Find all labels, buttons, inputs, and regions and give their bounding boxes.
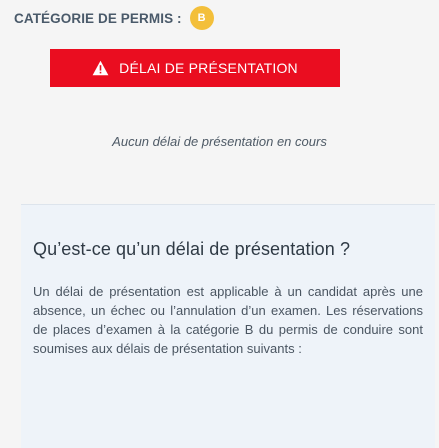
permit-category-row: CATÉGORIE DE PERMIS : B: [14, 3, 214, 33]
info-body: Un délai de présentation est applicable …: [33, 284, 423, 356]
permit-category-label: CATÉGORIE DE PERMIS :: [14, 10, 182, 26]
permit-category-badge: B: [189, 6, 214, 30]
warning-triangle-icon: [92, 60, 109, 76]
empty-state-message: Aucun délai de présentation en cours: [112, 134, 327, 149]
info-title: Qu’est-ce qu’un délai de présentation ?: [33, 239, 351, 259]
info-card: Qu’est-ce qu’un délai de présentation ? …: [21, 204, 435, 448]
presentation-delay-button[interactable]: DÉLAI DE PRÉSENTATION: [50, 49, 340, 87]
presentation-delay-label: DÉLAI DE PRÉSENTATION: [119, 60, 298, 76]
